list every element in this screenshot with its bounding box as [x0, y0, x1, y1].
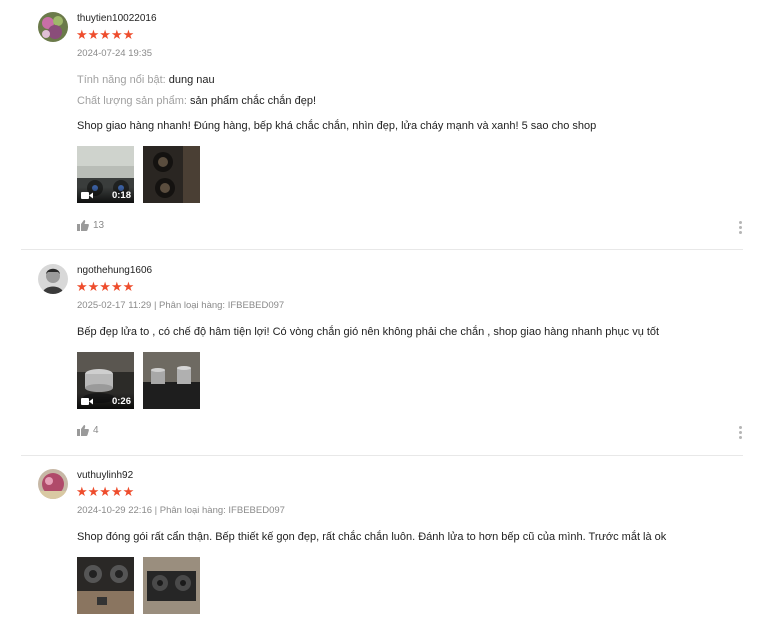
review-video-thumbnail[interactable]: 0:18 [77, 146, 134, 203]
attribute-value: dung nau [168, 74, 215, 86]
review-username[interactable]: ngothehung1606 [77, 265, 152, 276]
more-options-icon[interactable] [738, 426, 744, 441]
avatar[interactable] [38, 469, 68, 499]
review-divider [21, 249, 743, 250]
like-button[interactable]: 4 [77, 425, 99, 436]
rating-stars-icon: ★★★★★ [76, 27, 135, 42]
rating-stars-icon: ★★★★★ [76, 279, 135, 294]
avatar[interactable] [38, 12, 68, 42]
attribute-value: sản phẩm chắc chắn đẹp! [190, 95, 317, 107]
video-camera-icon [81, 192, 93, 199]
thumbs-up-icon [77, 425, 89, 436]
rating-stars-icon: ★★★★★ [76, 484, 135, 499]
review-content: Shop giao hàng nhanh! Đúng hàng, bếp khá… [77, 120, 597, 132]
review-meta: 2024-10-29 22:16 | Phân loại hàng: IFBEB… [77, 505, 285, 516]
review-meta: 2025-02-17 11:29 | Phân loại hàng: IFBEB… [77, 300, 285, 311]
attribute-quality: Chất lượng sản phẩm: sản phẩm chắc chắn … [77, 95, 316, 107]
review-content: Bếp đẹp lửa to , có chế độ hâm tiện lợi!… [77, 326, 660, 338]
review-video-thumbnail[interactable]: 0:26 [77, 352, 134, 409]
video-camera-icon [81, 398, 93, 405]
review-image-thumbnail[interactable] [143, 352, 200, 409]
review-meta: 2024-07-24 19:35 [77, 48, 153, 59]
attribute-label: Chất lượng sản phẩm: [77, 95, 187, 107]
attribute-highlight: Tính năng nổi bật: dung nau [77, 74, 215, 86]
more-options-icon[interactable] [738, 221, 744, 236]
avatar[interactable] [38, 264, 68, 294]
like-button[interactable]: 13 [77, 220, 104, 231]
review-image-thumbnail[interactable] [77, 557, 134, 614]
attribute-label: Tính năng nổi bật: [77, 74, 166, 86]
review-image-thumbnail[interactable] [143, 146, 200, 203]
like-count: 4 [93, 425, 99, 436]
review-username[interactable]: thuytien10022016 [77, 13, 157, 24]
video-duration: 0:26 [111, 396, 131, 407]
review-username[interactable]: vuthuylinh92 [77, 470, 133, 481]
like-count: 13 [93, 220, 105, 231]
review-image-thumbnail[interactable] [143, 557, 200, 614]
video-duration: 0:18 [111, 190, 131, 201]
review-content: Shop đóng gói rất cẩn thận. Bếp thiết kế… [77, 531, 667, 543]
review-divider [21, 455, 743, 456]
thumbs-up-icon [77, 220, 89, 231]
